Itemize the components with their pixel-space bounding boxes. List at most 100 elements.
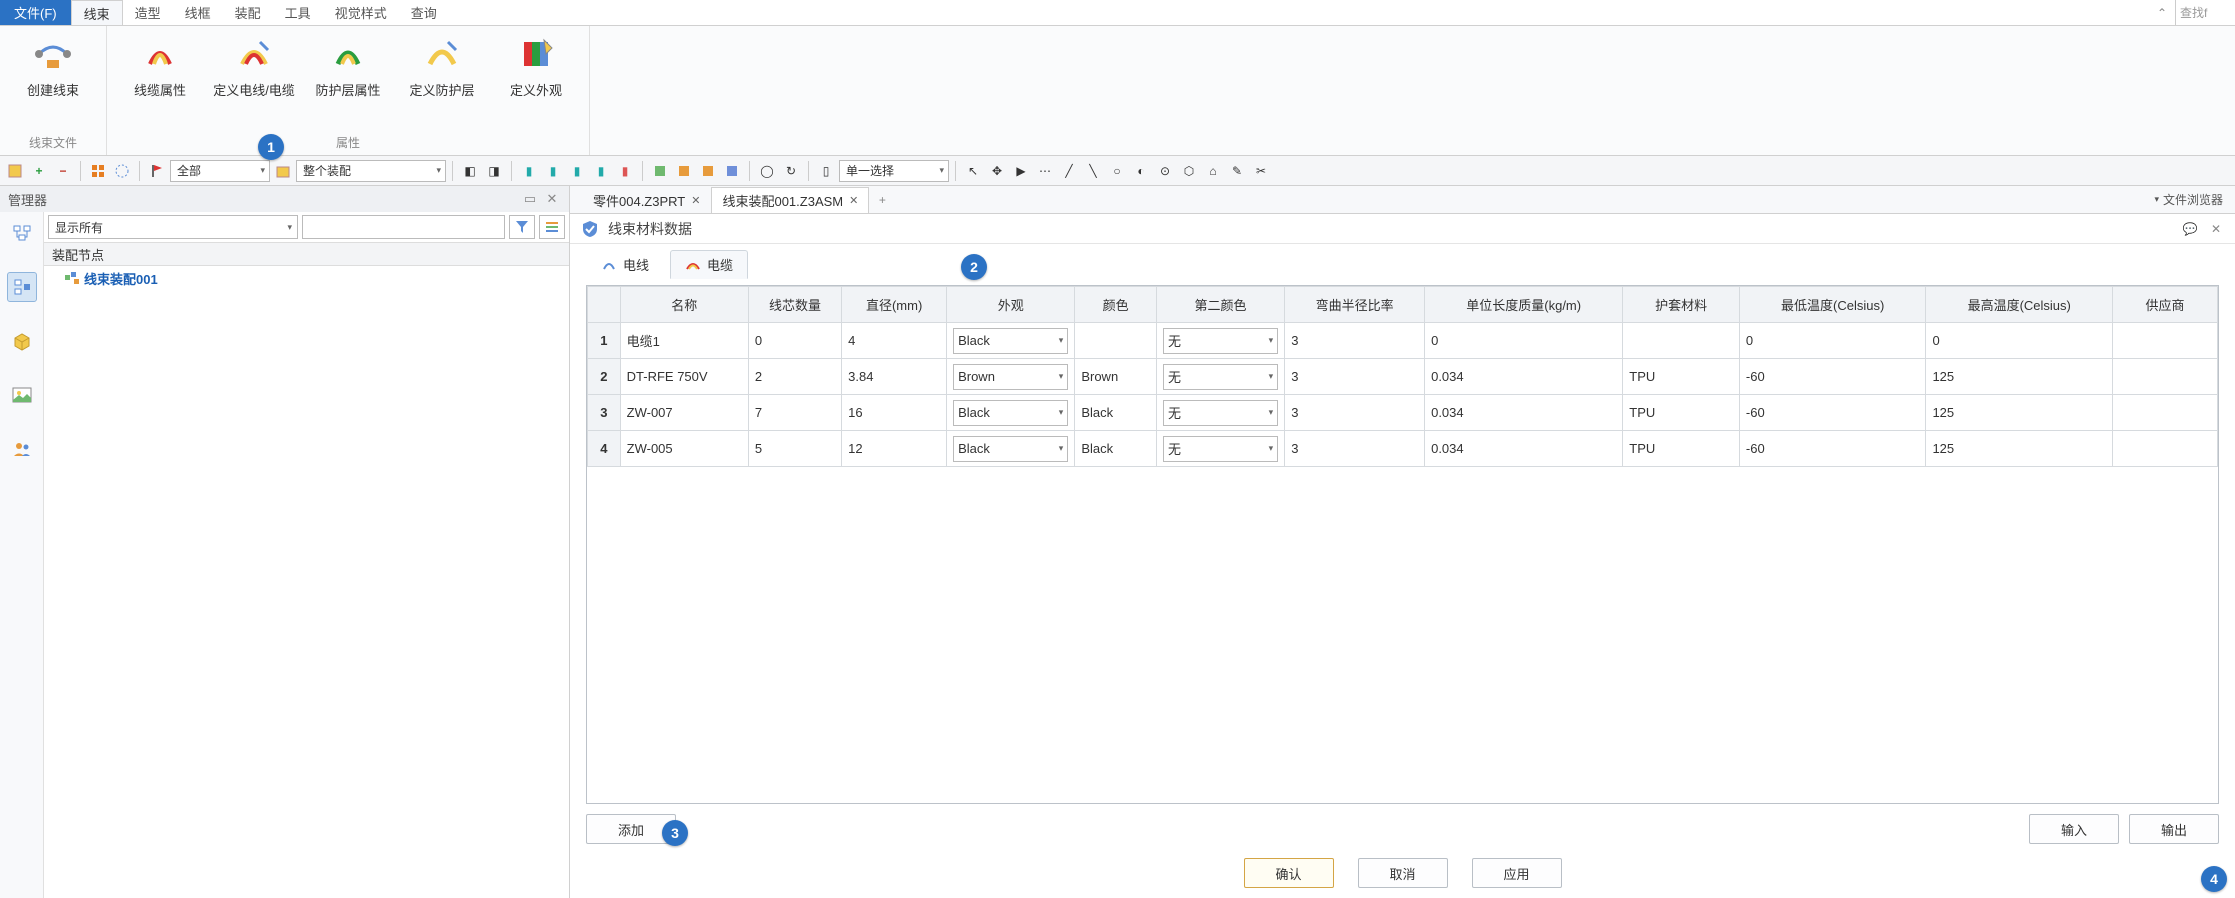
table-cell[interactable]: 12: [842, 431, 947, 467]
tree-filter-combo[interactable]: 显示所有: [48, 215, 298, 239]
tb-generic-icon[interactable]: ↻: [780, 160, 802, 182]
table-cell[interactable]: 电缆1: [620, 323, 748, 359]
tb-generic-icon[interactable]: ⌂: [1202, 160, 1224, 182]
import-button[interactable]: 输入: [2029, 814, 2119, 844]
menu-tab-1[interactable]: 造型: [123, 0, 173, 25]
ribbon-define-shield[interactable]: 定义防护层: [397, 30, 487, 132]
ribbon-cable-prop[interactable]: 线缆属性: [115, 30, 205, 132]
play-icon[interactable]: ▶: [1010, 160, 1032, 182]
tb-generic-icon[interactable]: ◧: [459, 160, 481, 182]
tb-generic-icon[interactable]: ⋯: [1034, 160, 1056, 182]
table-cell[interactable]: 无▾: [1156, 395, 1284, 431]
table-cell[interactable]: 0: [1926, 323, 2113, 359]
doc-tab-0[interactable]: 零件004.Z3PRT✕: [582, 187, 711, 213]
strip-tree-icon[interactable]: [7, 218, 37, 248]
new-tab-button[interactable]: +: [869, 193, 895, 207]
list-icon[interactable]: [539, 215, 565, 239]
table-cell[interactable]: 3: [1285, 323, 1425, 359]
col-header[interactable]: 颜色: [1075, 287, 1157, 323]
inner-tab-0[interactable]: 电线: [586, 250, 664, 279]
table-cell[interactable]: Brown: [1075, 359, 1157, 395]
panel-help-icon[interactable]: 💬: [2181, 220, 2199, 238]
tb-generic-icon[interactable]: ✂: [1250, 160, 1272, 182]
menu-tab-3[interactable]: 装配: [223, 0, 273, 25]
ribbon-define-appear[interactable]: 定义外观: [491, 30, 581, 132]
table-cell[interactable]: Black▾: [947, 395, 1075, 431]
tb-generic-icon[interactable]: [673, 160, 695, 182]
cell-combo[interactable]: 无▾: [1163, 436, 1278, 462]
col-header[interactable]: 第二颜色: [1156, 287, 1284, 323]
table-cell[interactable]: 3: [1285, 395, 1425, 431]
tb-generic-icon[interactable]: ▮: [590, 160, 612, 182]
menu-tab-6[interactable]: 查询: [399, 0, 449, 25]
table-cell[interactable]: TPU: [1623, 359, 1740, 395]
col-header[interactable]: 线芯数量: [748, 287, 841, 323]
tb-generic-icon[interactable]: ▯: [815, 160, 837, 182]
close-icon[interactable]: ✕: [691, 194, 700, 207]
cell-combo[interactable]: Black▾: [953, 436, 1068, 462]
table-cell[interactable]: ZW-007: [620, 395, 748, 431]
tree-search-input[interactable]: [302, 215, 505, 239]
table-cell[interactable]: 0.034: [1425, 359, 1623, 395]
tb-generic-icon[interactable]: ▮: [542, 160, 564, 182]
col-header[interactable]: 供应商: [2112, 287, 2217, 323]
table-row[interactable]: 2DT-RFE 750V23.84Brown▾Brown无▾30.034TPU-…: [588, 359, 2218, 395]
tb-generic-icon[interactable]: ◐: [1130, 160, 1152, 182]
panel-close-icon[interactable]: ✕: [2207, 220, 2225, 238]
cell-combo[interactable]: 无▾: [1163, 364, 1278, 390]
table-cell[interactable]: 0: [748, 323, 841, 359]
cell-combo[interactable]: Black▾: [953, 400, 1068, 426]
filter-combo-1[interactable]: 全部: [170, 160, 270, 182]
table-cell[interactable]: -60: [1739, 359, 1926, 395]
file-menu[interactable]: 文件(F): [0, 0, 71, 25]
col-header[interactable]: 名称: [620, 287, 748, 323]
table-cell[interactable]: Black▾: [947, 323, 1075, 359]
select-mode-combo[interactable]: 单一选择: [839, 160, 949, 182]
tb-generic-icon[interactable]: ✎: [1226, 160, 1248, 182]
cursor-icon[interactable]: ↖: [962, 160, 984, 182]
export-button[interactable]: 输出: [2129, 814, 2219, 844]
table-cell[interactable]: 3: [1285, 359, 1425, 395]
table-cell[interactable]: 0: [1739, 323, 1926, 359]
grid-icon[interactable]: [87, 160, 109, 182]
table-cell[interactable]: 3.84: [842, 359, 947, 395]
table-cell[interactable]: Black: [1075, 431, 1157, 467]
table-cell[interactable]: [2112, 395, 2217, 431]
table-cell[interactable]: [1075, 323, 1157, 359]
cell-combo[interactable]: Brown▾: [953, 364, 1068, 390]
close-icon[interactable]: ✕: [849, 194, 858, 207]
cell-combo[interactable]: Black▾: [953, 328, 1068, 354]
table-cell[interactable]: 7: [748, 395, 841, 431]
table-cell[interactable]: DT-RFE 750V: [620, 359, 748, 395]
table-cell[interactable]: 2: [748, 359, 841, 395]
table-row[interactable]: 4ZW-005512Black▾Black无▾30.034TPU-60125: [588, 431, 2218, 467]
table-cell[interactable]: 125: [1926, 359, 2113, 395]
ribbon-shield-prop[interactable]: 防护层属性: [303, 30, 393, 132]
ribbon-define-wire[interactable]: 定义电线/电缆: [209, 30, 299, 132]
circle-icon[interactable]: ○: [1106, 160, 1128, 182]
ok-button[interactable]: 确认: [1244, 858, 1334, 888]
dotted-circle-icon[interactable]: [111, 160, 133, 182]
col-header[interactable]: 弯曲半径比率: [1285, 287, 1425, 323]
menu-tab-4[interactable]: 工具: [273, 0, 323, 25]
strip-box-icon[interactable]: [7, 326, 37, 356]
tb-generic-icon[interactable]: [697, 160, 719, 182]
table-row[interactable]: 3ZW-007716Black▾Black无▾30.034TPU-60125: [588, 395, 2218, 431]
search-input[interactable]: 查找f: [2175, 0, 2235, 25]
table-row[interactable]: 1电缆104Black▾无▾3000: [588, 323, 2218, 359]
table-cell[interactable]: Black: [1075, 395, 1157, 431]
minus-icon[interactable]: −: [52, 160, 74, 182]
menu-tab-5[interactable]: 视觉样式: [323, 0, 399, 25]
table-cell[interactable]: TPU: [1623, 431, 1740, 467]
table-cell[interactable]: 0.034: [1425, 431, 1623, 467]
col-header[interactable]: 外观: [947, 287, 1075, 323]
table-cell[interactable]: 125: [1926, 431, 2113, 467]
table-cell[interactable]: 0.034: [1425, 395, 1623, 431]
col-header[interactable]: 直径(mm): [842, 287, 947, 323]
filter-combo-2[interactable]: 整个装配: [296, 160, 446, 182]
tb-generic-icon[interactable]: ▮: [566, 160, 588, 182]
table-cell[interactable]: ZW-005: [620, 431, 748, 467]
flag-icon[interactable]: [146, 160, 168, 182]
plus-icon[interactable]: +: [28, 160, 50, 182]
col-header[interactable]: 最低温度(Celsius): [1739, 287, 1926, 323]
